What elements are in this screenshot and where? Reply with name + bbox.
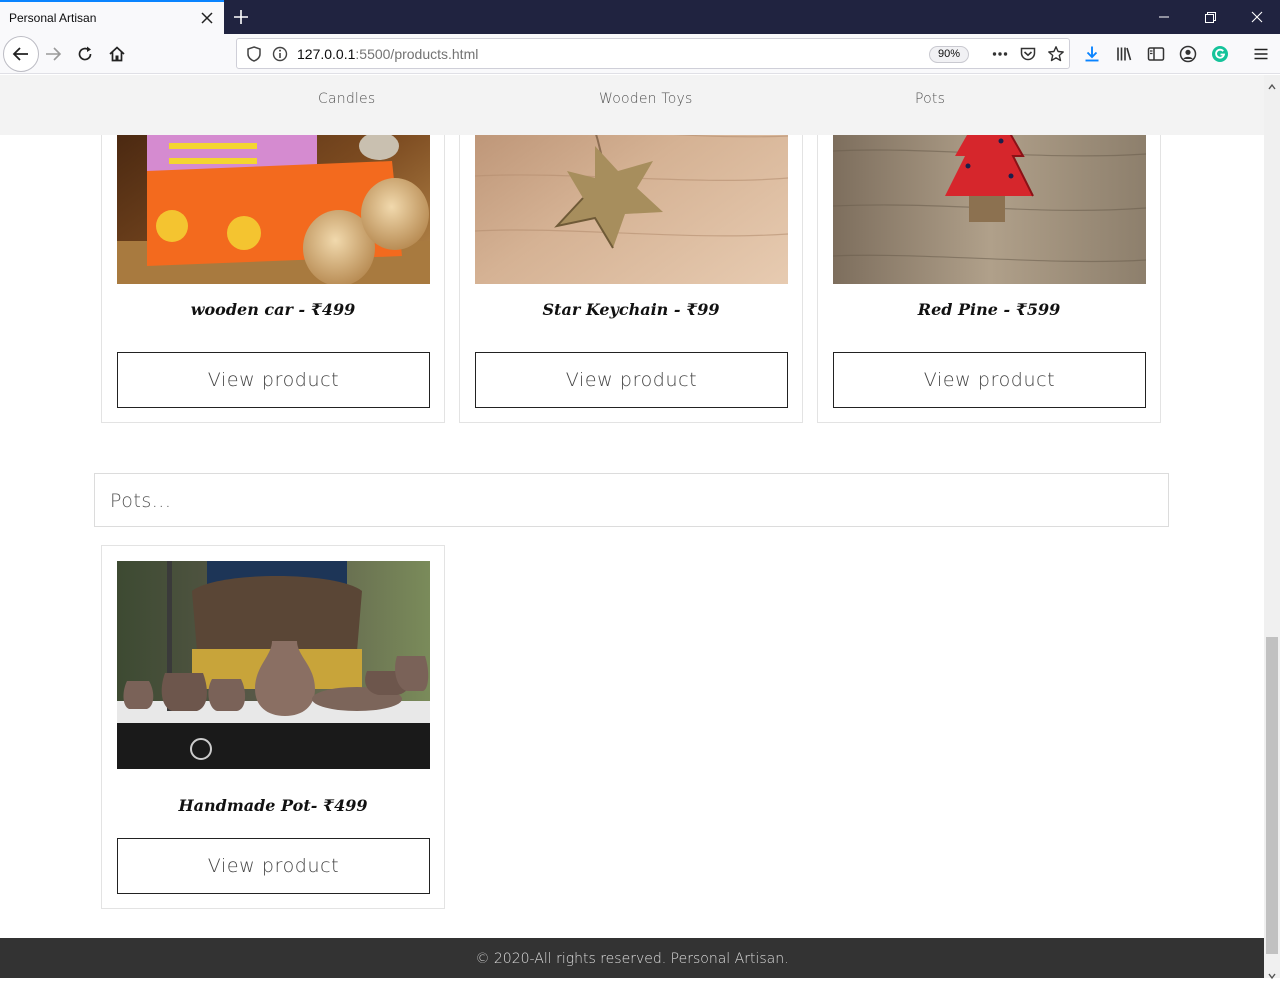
back-button[interactable]	[3, 36, 39, 72]
nav-link-candles[interactable]: Candles	[318, 91, 375, 107]
tab-close-icon[interactable]	[198, 9, 216, 27]
minimize-icon[interactable]	[1153, 6, 1175, 28]
zoom-level-badge[interactable]: 90%	[929, 46, 970, 63]
account-button[interactable]	[1172, 38, 1204, 70]
browser-tab-active[interactable]: Personal Artisan	[0, 0, 224, 34]
tab-title: Personal Artisan	[9, 11, 97, 25]
product-title: Star Keychain - ₹99	[542, 300, 720, 319]
section-title: Pots...	[110, 490, 172, 512]
page-viewport: wooden car - ₹499 View product Star Keyc…	[0, 75, 1264, 978]
url-host: 127.0.0.1	[297, 46, 356, 62]
scrollbar-thumb[interactable]	[1266, 637, 1278, 954]
library-icon	[1117, 47, 1132, 61]
new-tab-icon[interactable]	[230, 6, 252, 28]
grammarly-extension-button[interactable]	[1204, 38, 1236, 70]
pots-section-header: Pots...	[94, 473, 1169, 527]
home-button[interactable]	[101, 38, 133, 70]
reload-button[interactable]	[69, 38, 101, 70]
pocket-icon[interactable]	[1019, 45, 1037, 63]
product-image-handmade-pot	[117, 561, 430, 769]
sidebar-icon	[1147, 47, 1165, 61]
download-arrow-icon	[1085, 46, 1099, 62]
account-icon	[1179, 45, 1197, 63]
more-actions-icon[interactable]	[991, 45, 1009, 63]
footer-copyright: © 2020-All rights reserved. Personal Art…	[475, 951, 789, 967]
menu-button[interactable]	[1245, 38, 1277, 70]
browser-toolbar: 127.0.0.1:5500/products.html 90%	[0, 34, 1280, 74]
downloads-button[interactable]	[1076, 38, 1108, 70]
view-product-button[interactable]: View product	[117, 352, 430, 408]
scroll-up-arrow-icon[interactable]	[1268, 78, 1276, 90]
info-icon[interactable]	[271, 45, 289, 63]
close-window-icon[interactable]	[1246, 6, 1268, 28]
shield-icon[interactable]	[245, 45, 263, 63]
nav-link-wooden-toys[interactable]: Wooden Toys	[599, 91, 693, 107]
nav-link-pots[interactable]: Pots	[915, 91, 945, 107]
hamburger-menu-icon	[1254, 48, 1268, 60]
url-path: :5500/products.html	[355, 46, 479, 62]
arrow-right-icon	[46, 47, 62, 61]
sidebar-button[interactable]	[1140, 38, 1172, 70]
reload-icon	[78, 46, 92, 61]
arrow-left-icon	[12, 47, 28, 61]
product-card: Handmade Pot- ₹499 View product	[101, 545, 445, 909]
browser-titlebar: Personal Artisan	[0, 0, 1280, 34]
grammarly-icon	[1212, 46, 1228, 62]
page-scrollbar[interactable]	[1264, 75, 1280, 980]
home-icon	[109, 46, 125, 62]
address-bar[interactable]: 127.0.0.1:5500/products.html 90%	[236, 38, 1070, 69]
url-text[interactable]: 127.0.0.1:5500/products.html	[297, 46, 478, 62]
view-product-button[interactable]: View product	[833, 352, 1146, 408]
forward-button[interactable]	[37, 38, 69, 70]
view-product-button[interactable]: View product	[117, 838, 430, 894]
restore-icon[interactable]	[1199, 6, 1221, 28]
scroll-down-arrow-icon[interactable]	[1268, 967, 1276, 980]
category-nav: Candles Wooden Toys Pots	[0, 75, 1264, 135]
product-title: Handmade Pot- ₹499	[178, 796, 368, 815]
view-product-button[interactable]: View product	[475, 352, 788, 408]
product-title: wooden car - ₹499	[190, 300, 356, 319]
page-footer: © 2020-All rights reserved. Personal Art…	[0, 938, 1264, 978]
library-button[interactable]	[1108, 38, 1140, 70]
bookmark-star-icon[interactable]	[1047, 45, 1065, 63]
product-title: Red Pine - ₹599	[917, 300, 1061, 319]
